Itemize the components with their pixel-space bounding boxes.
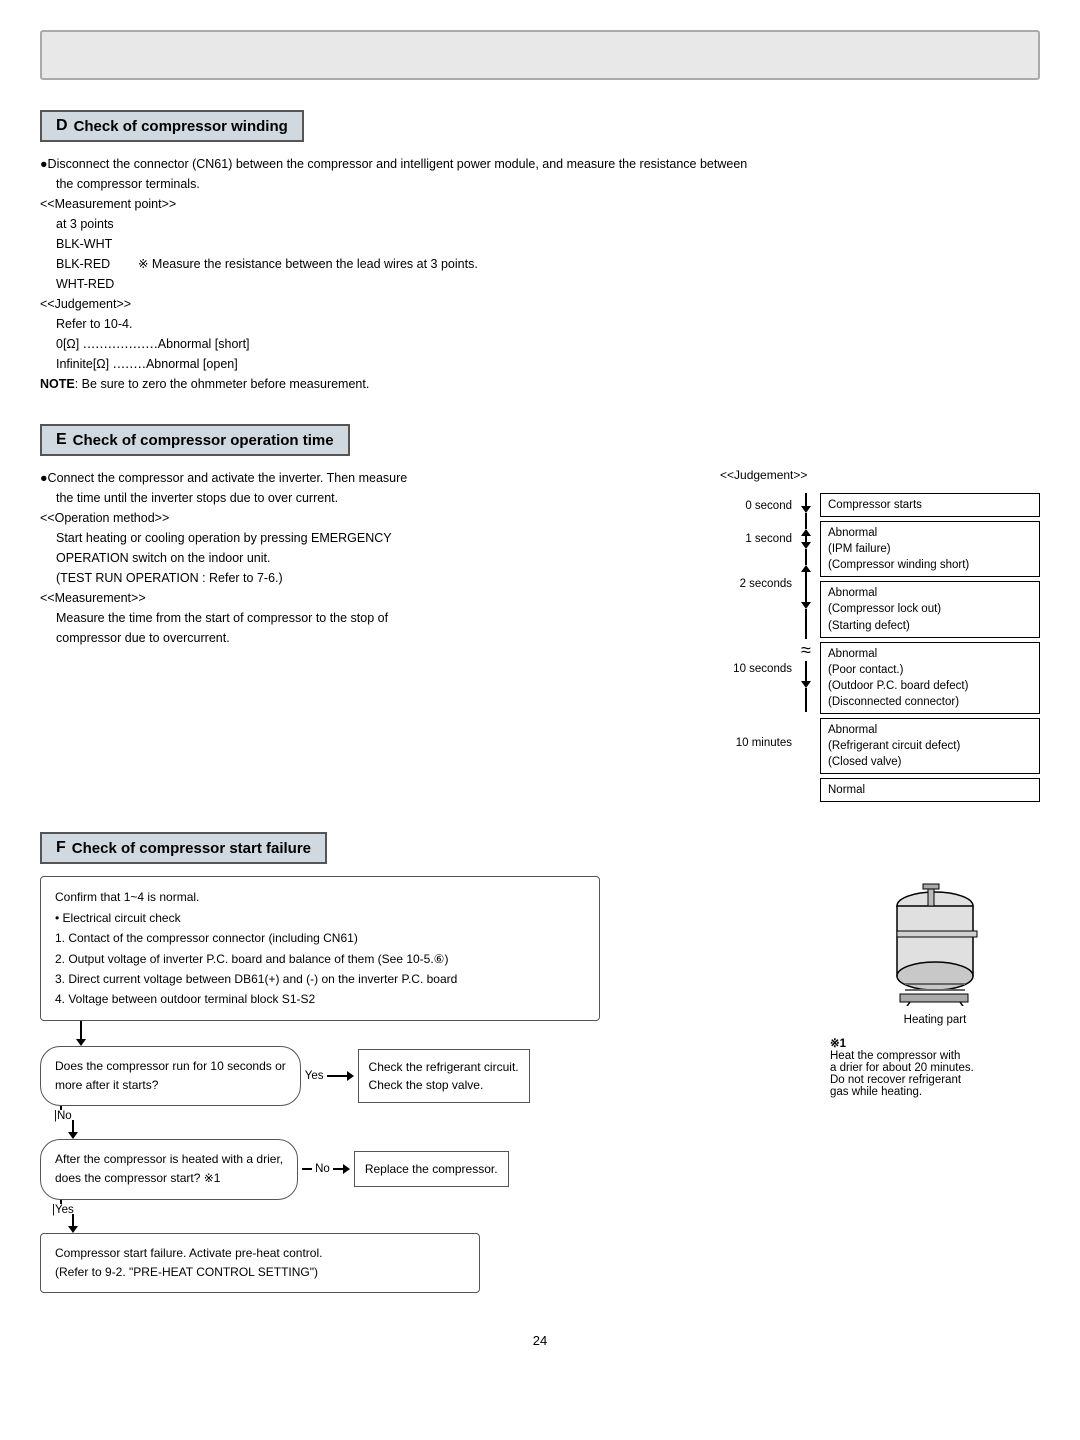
section-f: F Check of compressor start failure Conf… — [40, 832, 1040, 1292]
line-4 — [805, 572, 807, 602]
box-abnormal-1: Abnormal(IPM failure)(Compressor winding… — [820, 521, 1040, 577]
q2-row: After the compressor is heated with a dr… — [40, 1139, 810, 1199]
no-arrow-q2: No — [302, 1163, 350, 1175]
arrow-up-2 — [801, 565, 811, 572]
time-10m: 10 minutes — [736, 729, 792, 757]
line-3 — [805, 549, 807, 565]
timeline-arrows: ≈ — [792, 488, 820, 802]
section-e: E Check of compressor operation time ●Co… — [40, 424, 1040, 802]
header-bar — [40, 30, 1040, 80]
time-0s: 0 second — [745, 493, 792, 519]
section-d: D Check of compressor winding ●Disconnec… — [40, 110, 1040, 394]
section-d-body: ●Disconnect the connector (CN61) between… — [40, 154, 1040, 394]
arrow-up-1 — [801, 529, 811, 536]
section-d-letter: D — [56, 117, 68, 135]
yes-arrow: Yes — [305, 1070, 354, 1082]
start-failure-text: Compressor start failure. Activate pre-h… — [55, 1246, 322, 1279]
note1-area: ※1 Heat the compressor witha drier for a… — [830, 1036, 1040, 1098]
no-arrow-q1: |No — [60, 1106, 810, 1139]
note1-label: ※1 — [830, 1038, 846, 1050]
section-f-title: F Check of compressor start failure — [40, 832, 327, 864]
section-f-heading: Check of compressor start failure — [72, 840, 311, 857]
confirm-box: Confirm that 1~4 is normal. • Electrical… — [40, 876, 600, 1020]
arrow-2 — [801, 542, 811, 549]
timeline-boxes: Compressor starts Abnormal(IPM failure)(… — [820, 488, 1040, 802]
line-5 — [805, 609, 807, 639]
section-e-title: E Check of compressor operation time — [40, 424, 350, 456]
arrow-right-no — [343, 1164, 350, 1174]
note1-text: Heat the compressor witha drier for abou… — [830, 1050, 974, 1098]
box-compressor-starts: Compressor starts — [820, 493, 1040, 517]
section-d-heading: Check of compressor winding — [74, 118, 288, 135]
arrow-4 — [801, 681, 811, 688]
section-d-title: D Check of compressor winding — [40, 110, 304, 142]
line-1 — [805, 513, 807, 529]
line-top — [805, 493, 807, 506]
section-f-right: Heating part ※1 Heat the compressor with… — [830, 876, 1040, 1292]
line-6 — [805, 661, 807, 681]
q1-text: Does the compressor run for 10 seconds o… — [55, 1059, 286, 1092]
box-abnormal-2: Abnormal(Compressor lock out)(Starting d… — [820, 581, 1040, 637]
q2-text: After the compressor is heated with a dr… — [55, 1152, 283, 1185]
result-no-box: Replace the compressor. — [354, 1151, 509, 1187]
time-1s: 1 second — [745, 519, 792, 559]
horiz-line-yes — [327, 1075, 347, 1077]
timeline-diagram: 0 second 1 second 2 seconds 10 seconds 1… — [720, 488, 1040, 802]
result-no-text: Replace the compressor. — [365, 1162, 498, 1176]
page-number: 24 — [40, 1333, 1040, 1348]
arrow-3 — [801, 602, 811, 609]
compressor-svg — [880, 876, 990, 1006]
arrow-right-yes — [347, 1071, 354, 1081]
q1-row: Does the compressor run for 10 seconds o… — [40, 1046, 810, 1106]
time-2s: 2 seconds — [740, 559, 792, 609]
flowchart-area: Confirm that 1~4 is normal. • Electrical… — [40, 876, 810, 1292]
arrow-1 — [801, 506, 811, 513]
result-yes-text: Check the refrigerant circuit.Check the … — [369, 1060, 519, 1092]
confirm-text: Confirm that 1~4 is normal. • Electrical… — [55, 890, 457, 1006]
q2-box: After the compressor is heated with a dr… — [40, 1139, 298, 1199]
horiz-line-no2 — [333, 1168, 343, 1170]
section-e-right: <<Judgement>> 0 second 1 second 2 second… — [720, 468, 1040, 802]
section-e-left: ●Connect the compressor and activate the… — [40, 468, 700, 802]
yes-arrow-q2: |Yes — [60, 1200, 810, 1233]
start-failure-box: Compressor start failure. Activate pre-h… — [40, 1233, 480, 1293]
wave-symbol: ≈ — [801, 641, 811, 659]
horiz-line-no — [302, 1168, 312, 1170]
section-e-letter: E — [56, 431, 67, 449]
heating-part-label: Heating part — [830, 1014, 1040, 1026]
section-f-letter: F — [56, 839, 66, 857]
box-abnormal-4: Abnormal(Refrigerant circuit defect)(Clo… — [820, 718, 1040, 774]
compressor-illustration — [830, 876, 1040, 1006]
box-normal: Normal — [820, 778, 1040, 802]
line-7 — [805, 688, 807, 712]
section-f-content: Confirm that 1~4 is normal. • Electrical… — [40, 876, 1040, 1292]
judgement-label: <<Judgement>> — [720, 468, 1040, 482]
yes-label: Yes — [305, 1070, 324, 1082]
section-e-heading: Check of compressor operation time — [73, 432, 334, 449]
no-label-q2: No — [315, 1163, 330, 1175]
time-labels: 0 second 1 second 2 seconds 10 seconds 1… — [720, 488, 792, 802]
q1-box: Does the compressor run for 10 seconds o… — [40, 1046, 301, 1106]
arrow-confirm-to-q1 — [80, 1021, 810, 1046]
result-yes-box: Check the refrigerant circuit.Check the … — [358, 1049, 530, 1103]
section-e-content: ●Connect the compressor and activate the… — [40, 468, 1040, 802]
time-10s: 10 seconds — [733, 609, 792, 679]
box-abnormal-3: Abnormal(Poor contact.)(Outdoor P.C. boa… — [820, 642, 1040, 714]
